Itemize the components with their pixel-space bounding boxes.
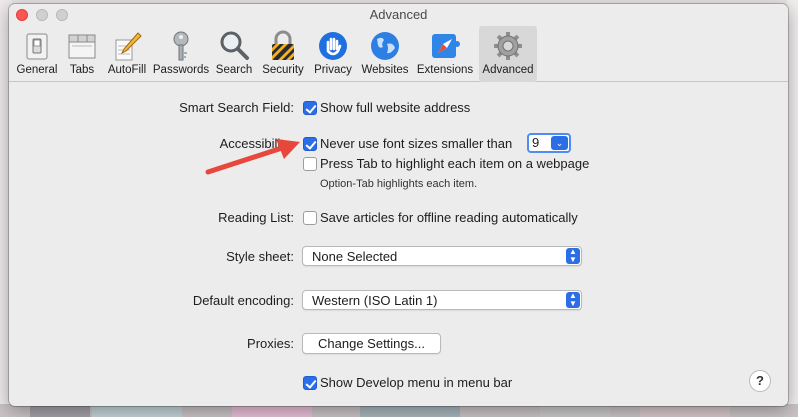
padlock-icon xyxy=(272,30,294,60)
minimize-window-button[interactable] xyxy=(36,9,48,21)
key-icon xyxy=(173,31,189,61)
tab-autofill[interactable]: AutoFill xyxy=(102,26,152,82)
globe-icon xyxy=(371,32,399,60)
preferences-window: Advanced General Tabs AutoFill Passwords… xyxy=(9,4,788,406)
zoom-window-button[interactable] xyxy=(56,9,68,21)
tab-advanced[interactable]: Advanced xyxy=(479,26,537,82)
min-font-size-checkbox[interactable] xyxy=(303,137,317,151)
tab-search-label: Search xyxy=(215,64,253,76)
magnifier-icon xyxy=(220,31,249,60)
window-title: Advanced xyxy=(369,7,428,22)
proxies-label: Proxies: xyxy=(247,336,294,351)
tab-security-label: Security xyxy=(262,64,304,76)
tab-advanced-label: Advanced xyxy=(482,64,534,76)
tabs-icon xyxy=(68,34,96,59)
tab-search[interactable]: Search xyxy=(212,26,256,82)
reading-list-label: Reading List: xyxy=(218,210,294,225)
chevron-down-icon: ⌄ xyxy=(551,136,568,150)
default-encoding-popup[interactable]: Western (ISO Latin 1) ▲ ▼ xyxy=(302,290,582,310)
tab-extensions[interactable]: Extensions xyxy=(412,26,478,82)
tab-autofill-label: AutoFill xyxy=(107,64,147,76)
smart-search-label: Smart Search Field: xyxy=(179,100,294,115)
default-encoding-value: Western (ISO Latin 1) xyxy=(312,293,438,308)
style-sheet-label: Style sheet: xyxy=(226,249,294,264)
close-window-button[interactable] xyxy=(16,9,28,21)
updown-chevron-icon: ▲ ▼ xyxy=(566,248,580,264)
press-tab-checkbox[interactable] xyxy=(303,157,317,171)
style-sheet-popup[interactable]: None Selected ▲ ▼ xyxy=(302,246,582,266)
show-develop-menu-checkbox[interactable] xyxy=(303,376,317,390)
preferences-toolbar: General Tabs AutoFill Passwords Search S… xyxy=(9,26,788,82)
min-font-size-select[interactable]: 9 ⌄ xyxy=(527,133,571,153)
show-develop-menu-text[interactable]: Show Develop menu in menu bar xyxy=(320,375,512,390)
tab-passwords[interactable]: Passwords xyxy=(152,26,210,82)
tab-tabs-label: Tabs xyxy=(69,64,95,76)
help-button[interactable]: ? xyxy=(749,370,771,392)
press-tab-text[interactable]: Press Tab to highlight each item on a we… xyxy=(320,156,589,171)
hand-icon xyxy=(319,32,347,60)
tab-websites-label: Websites xyxy=(361,64,409,76)
tab-tabs[interactable]: Tabs xyxy=(63,26,101,82)
option-tab-hint: Option-Tab highlights each item. xyxy=(320,178,478,190)
style-sheet-value: None Selected xyxy=(312,249,398,264)
tab-websites[interactable]: Websites xyxy=(358,26,412,82)
gear-icon xyxy=(494,32,522,60)
tab-privacy[interactable]: Privacy xyxy=(309,26,357,82)
tab-general-label: General xyxy=(16,64,58,76)
annotation-arrow-icon xyxy=(205,139,300,175)
general-switch-icon xyxy=(26,33,48,60)
change-settings-button[interactable]: Change Settings... xyxy=(302,333,441,354)
save-offline-text[interactable]: Save articles for offline reading automa… xyxy=(320,210,578,225)
tab-passwords-label: Passwords xyxy=(152,64,210,76)
tab-extensions-label: Extensions xyxy=(416,64,474,76)
min-font-size-value: 9 xyxy=(532,135,540,150)
show-full-address-checkbox[interactable] xyxy=(303,101,317,115)
autofill-pencil-icon xyxy=(115,32,142,61)
title-bar: Advanced xyxy=(9,4,788,26)
tab-privacy-label: Privacy xyxy=(314,64,352,76)
tab-security[interactable]: Security xyxy=(257,26,309,82)
tab-general[interactable]: General xyxy=(11,26,63,82)
updown-chevron-icon: ▲ ▼ xyxy=(566,292,580,308)
background-app-right xyxy=(787,0,798,417)
default-encoding-label: Default encoding: xyxy=(192,293,294,308)
show-full-address-text[interactable]: Show full website address xyxy=(320,100,470,115)
min-font-size-text[interactable]: Never use font sizes smaller than xyxy=(320,136,512,151)
save-offline-checkbox[interactable] xyxy=(303,211,317,225)
puzzle-compass-icon xyxy=(432,34,460,58)
